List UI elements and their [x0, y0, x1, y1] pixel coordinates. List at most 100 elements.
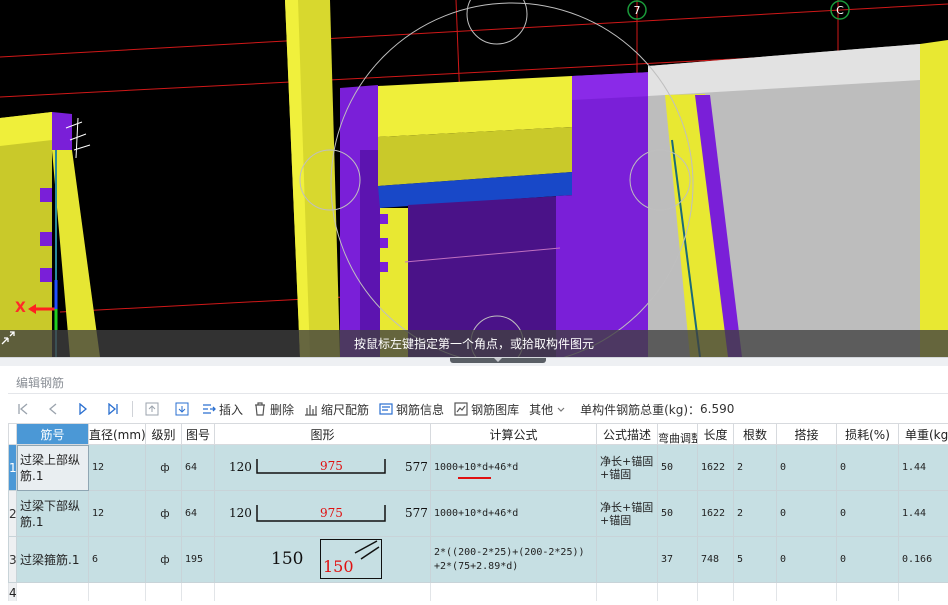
- lap-cell[interactable]: 0: [776, 536, 837, 583]
- scale-rebar-button[interactable]: 缩尺配筋: [299, 398, 374, 420]
- next-icon: [79, 403, 88, 415]
- figure-number-cell[interactable]: 64: [181, 444, 215, 491]
- formula-text: 1000+10*d+46*d: [434, 461, 519, 473]
- grade-cell[interactable]: ф: [145, 490, 182, 537]
- table-row[interactable]: 3 过梁箍筋.1 6 ф 195 150 150 2*((200-2*25)+(…: [8, 536, 948, 583]
- unit-weight-cell[interactable]: 0.166: [898, 536, 948, 583]
- header-diameter[interactable]: 直径(mm): [88, 423, 146, 445]
- bend-adjust-cell[interactable]: 37: [657, 536, 698, 583]
- rebar-table-container[interactable]: 筋号 直径(mm) 级别 图号 图形 计算公式 公式描述 弯曲调整 长度 根数 …: [8, 423, 948, 601]
- empty-cell[interactable]: [733, 582, 777, 601]
- length-cell[interactable]: 1622: [697, 444, 734, 491]
- bend-adjust-cell[interactable]: 50: [657, 490, 698, 537]
- table-row[interactable]: 2 过梁下部纵筋.1 12 ф 64 120 975 577 1000+10*d…: [8, 490, 948, 537]
- empty-cell[interactable]: [430, 582, 597, 601]
- header-formula[interactable]: 计算公式: [430, 423, 597, 445]
- table-row-empty[interactable]: 4: [8, 582, 948, 601]
- 3d-viewport[interactable]: 7 C X 按鼠标左键指定第一个角点，或拾取构件图元: [0, 0, 948, 357]
- empty-cell[interactable]: [898, 582, 948, 601]
- count-cell[interactable]: 5: [733, 536, 777, 583]
- header-lap[interactable]: 搭接: [776, 423, 837, 445]
- header-count[interactable]: 根数: [733, 423, 777, 445]
- rebar-name-cell[interactable]: 过梁箍筋.1: [16, 536, 89, 583]
- last-record-button[interactable]: [98, 398, 128, 420]
- lap-cell[interactable]: 0: [776, 490, 837, 537]
- rebar-library-label: 钢筋图库: [471, 402, 520, 417]
- empty-cell[interactable]: [88, 582, 146, 601]
- empty-cell[interactable]: [145, 582, 182, 601]
- row-number[interactable]: 4: [8, 582, 17, 601]
- diameter-cell[interactable]: 12: [88, 444, 146, 491]
- next-record-button[interactable]: [68, 398, 98, 420]
- insert-label: 插入: [219, 402, 244, 417]
- scale-rebar-label: 缩尺配筋: [321, 402, 370, 417]
- insert-button[interactable]: 插入: [197, 398, 248, 420]
- rebar-info-button[interactable]: 钢筋信息: [374, 398, 449, 420]
- rebar-info-icon: [379, 403, 393, 415]
- total-weight-label: 单构件钢筋总重(kg)：: [580, 402, 701, 417]
- formula-description-cell[interactable]: 净长+锚固+锚固: [596, 490, 658, 537]
- delete-button[interactable]: 删除: [248, 398, 299, 420]
- empty-cell[interactable]: [657, 582, 698, 601]
- header-length[interactable]: 长度: [697, 423, 734, 445]
- header-shape[interactable]: 图形: [214, 423, 431, 445]
- unit-weight-cell[interactable]: 1.44: [898, 444, 948, 491]
- empty-cell[interactable]: [697, 582, 734, 601]
- rebar-name-cell[interactable]: 过梁下部纵筋.1: [16, 490, 89, 537]
- lap-cell[interactable]: 0: [776, 444, 837, 491]
- header-loss[interactable]: 损耗(%): [836, 423, 899, 445]
- move-down-button[interactable]: [167, 398, 197, 420]
- shape-cell[interactable]: 120 975 577: [214, 490, 431, 537]
- delete-label: 删除: [270, 402, 295, 417]
- empty-cell[interactable]: [214, 582, 431, 601]
- command-prompt-bar: 按鼠标左键指定第一个角点，或拾取构件图元: [0, 330, 948, 357]
- formula-description-cell[interactable]: [596, 536, 658, 583]
- empty-cell[interactable]: [836, 582, 899, 601]
- other-menu-button[interactable]: 其他: [524, 398, 574, 420]
- bend-adjust-cell[interactable]: 50: [657, 444, 698, 491]
- empty-cell[interactable]: [596, 582, 658, 601]
- grade-cell[interactable]: ф: [145, 444, 182, 491]
- row-number[interactable]: 1: [8, 444, 17, 491]
- diameter-cell[interactable]: 12: [88, 490, 146, 537]
- loss-cell[interactable]: 0: [836, 536, 899, 583]
- figure-number-cell[interactable]: 195: [181, 536, 215, 583]
- diameter-cell[interactable]: 6: [88, 536, 146, 583]
- empty-cell[interactable]: [181, 582, 215, 601]
- formula-line-1: 2*((200-2*25)+(200-2*25)): [434, 546, 585, 558]
- formula-description-cell[interactable]: 净长+锚固+锚固: [596, 444, 658, 491]
- panel-splitter[interactable]: [0, 357, 948, 366]
- rebar-library-button[interactable]: 钢筋图库: [449, 398, 524, 420]
- empty-cell[interactable]: [776, 582, 837, 601]
- row-number[interactable]: 2: [8, 490, 17, 537]
- count-cell[interactable]: 2: [733, 490, 777, 537]
- header-unit-weight[interactable]: 单重(kg): [898, 423, 948, 445]
- collapse-handle[interactable]: [450, 358, 546, 363]
- move-up-button[interactable]: [137, 398, 167, 420]
- loss-cell[interactable]: 0: [836, 444, 899, 491]
- count-cell[interactable]: 2: [733, 444, 777, 491]
- table-row[interactable]: 1 过梁上部纵筋.1 12 ф 64 120 975 577 1000+10*d…: [8, 444, 948, 491]
- length-cell[interactable]: 748: [697, 536, 734, 583]
- first-record-button[interactable]: [8, 398, 38, 420]
- shape-cell[interactable]: 150 150: [214, 536, 431, 583]
- grade-cell[interactable]: ф: [145, 536, 182, 583]
- formula-cell[interactable]: 2*((200-2*25)+(200-2*25)) +2*(75+2.89*d): [430, 536, 597, 583]
- row-number[interactable]: 3: [8, 536, 17, 583]
- header-figure-number[interactable]: 图号: [181, 423, 215, 445]
- empty-cell[interactable]: [16, 582, 89, 601]
- header-bend-adjust[interactable]: 弯曲调整: [657, 423, 698, 445]
- header-grade[interactable]: 级别: [145, 423, 182, 445]
- figure-number-cell[interactable]: 64: [181, 490, 215, 537]
- formula-cell[interactable]: 1000+10*d+46*d: [430, 490, 597, 537]
- length-cell[interactable]: 1622: [697, 490, 734, 537]
- toolbar-separator: [132, 401, 133, 417]
- loss-cell[interactable]: 0: [836, 490, 899, 537]
- unit-weight-cell[interactable]: 1.44: [898, 490, 948, 537]
- header-formula-description[interactable]: 公式描述: [596, 423, 658, 445]
- rebar-name-cell[interactable]: 过梁上部纵筋.1: [16, 444, 89, 491]
- header-rebar-number[interactable]: 筋号: [16, 423, 89, 445]
- formula-cell[interactable]: 1000+10*d+46*d: [430, 444, 597, 491]
- shape-cell[interactable]: 120 975 577: [214, 444, 431, 491]
- previous-record-button[interactable]: [38, 398, 68, 420]
